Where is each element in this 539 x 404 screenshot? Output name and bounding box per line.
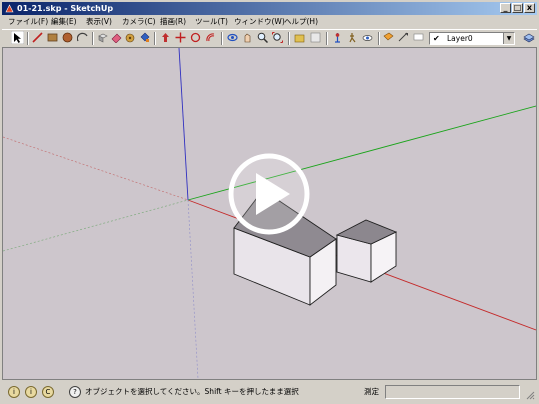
- menu-tools[interactable]: ツール(T): [195, 15, 228, 28]
- toolbar-separator: [92, 32, 94, 45]
- menu-edit[interactable]: 編集(E): [51, 15, 77, 28]
- text-label-icon[interactable]: [413, 32, 424, 43]
- status-bar: i i C ? オブジェクトを選択してください。Shift キーを押したまま選択…: [2, 382, 537, 402]
- maximize-button[interactable]: □: [512, 3, 523, 13]
- make-component-icon[interactable]: [97, 32, 108, 43]
- red-axis-dashed: [3, 136, 189, 201]
- toolbar-separator: [154, 32, 156, 45]
- credits-icon[interactable]: i: [25, 386, 37, 398]
- get-models-icon[interactable]: [294, 32, 305, 43]
- model-canvas[interactable]: [3, 48, 536, 379]
- play-icon[interactable]: [228, 153, 310, 235]
- menu-window[interactable]: ウィンドウ(W): [234, 15, 285, 28]
- toolbar-separator: [27, 32, 29, 45]
- close-button[interactable]: x: [524, 3, 535, 13]
- select-arrow-icon[interactable]: [11, 31, 24, 44]
- offset-icon[interactable]: [205, 32, 216, 43]
- menu-view[interactable]: 表示(V): [86, 15, 112, 28]
- small-cube[interactable]: [335, 219, 398, 283]
- circle-tool-icon[interactable]: [62, 32, 73, 43]
- measurements-input[interactable]: [385, 385, 520, 399]
- tape-measure-icon[interactable]: [125, 32, 136, 43]
- layer-manager-icon[interactable]: [523, 32, 535, 44]
- walk-icon[interactable]: [347, 32, 358, 43]
- share-model-icon[interactable]: [310, 32, 321, 43]
- eraser-icon[interactable]: [111, 32, 122, 43]
- blue-axis: [178, 48, 189, 201]
- menu-camera[interactable]: カメラ(C): [122, 15, 156, 28]
- toolbar-separator: [221, 32, 223, 45]
- chevron-down-icon[interactable]: ▼: [503, 33, 514, 44]
- look-around-icon[interactable]: [362, 32, 373, 43]
- menu-draw[interactable]: 描画(R): [160, 15, 186, 28]
- zoom-extents-icon[interactable]: [272, 32, 283, 43]
- resize-grip-icon[interactable]: [525, 390, 535, 400]
- arc-tool-icon[interactable]: [77, 32, 88, 43]
- drawing-area[interactable]: [2, 47, 537, 380]
- layer-name: Layer0: [447, 34, 473, 43]
- green-axis-dashed: [3, 199, 189, 252]
- position-camera-icon[interactable]: [332, 32, 343, 43]
- blue-axis-dashed: [187, 199, 199, 379]
- move-icon[interactable]: [175, 32, 186, 43]
- sketchup-app-icon: [5, 4, 14, 13]
- minimize-button[interactable]: _: [500, 3, 511, 13]
- title-bar: 01-21.skp - SketchUp _ □ x: [2, 2, 537, 15]
- measurements-label: 測定: [364, 387, 379, 396]
- status-hint: オブジェクトを選択してください。Shift キーを押したまま選択: [85, 387, 299, 396]
- main-toolbar: ✔ Layer0 ▼: [2, 29, 537, 48]
- orbit-icon[interactable]: [227, 32, 238, 43]
- menu-help[interactable]: ヘルプ(H): [284, 15, 318, 28]
- user-icon[interactable]: C: [42, 386, 54, 398]
- toolbar-separator: [378, 32, 380, 45]
- rotate-icon[interactable]: [190, 32, 201, 43]
- current-layer-check-icon: ✔: [433, 34, 440, 43]
- geo-location-icon[interactable]: i: [8, 386, 20, 398]
- line-tool-icon[interactable]: [32, 32, 43, 43]
- window-title: 01-21.skp - SketchUp: [17, 4, 114, 13]
- zoom-icon[interactable]: [257, 32, 268, 43]
- push-pull-icon[interactable]: [160, 32, 171, 43]
- menu-file[interactable]: ファイル(F): [8, 15, 48, 28]
- help-icon[interactable]: ?: [69, 386, 81, 398]
- pan-icon[interactable]: [242, 32, 253, 43]
- layer-dropdown[interactable]: ✔ Layer0 ▼: [429, 32, 515, 45]
- toolbar-separator: [288, 32, 290, 45]
- rectangle-tool-icon[interactable]: [47, 32, 58, 43]
- section-plane-icon[interactable]: [383, 32, 394, 43]
- sketchup-window: 01-21.skp - SketchUp _ □ x ファイル(F) 編集(E)…: [0, 0, 539, 404]
- paint-bucket-icon[interactable]: [139, 32, 150, 43]
- menu-bar: ファイル(F) 編集(E) 表示(V) カメラ(C) 描画(R) ツール(T) …: [2, 15, 537, 28]
- toolbar-separator: [326, 32, 328, 45]
- dimension-icon[interactable]: [398, 32, 409, 43]
